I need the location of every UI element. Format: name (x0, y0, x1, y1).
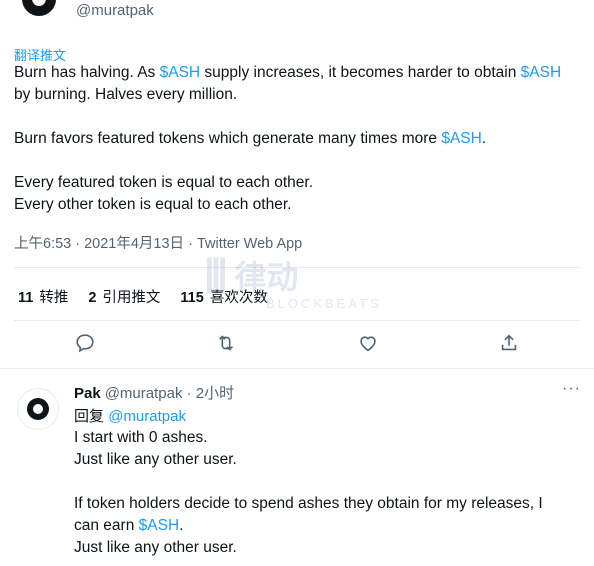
stat-label: 引用推文 (102, 290, 161, 306)
reply-to-label: 回复 (74, 408, 105, 425)
reply-time[interactable]: · 2小时 (187, 385, 235, 402)
stat-count: 11 (18, 290, 34, 306)
cashtag-link[interactable]: $ASH (441, 130, 482, 147)
divider (0, 368, 594, 369)
watermark-bars-icon: ||| (204, 252, 228, 294)
reply-icon (74, 334, 96, 358)
reply-avatar[interactable] (17, 388, 59, 430)
tweet-line: Every other token is equal to each other… (14, 196, 292, 213)
text-span: . (179, 517, 184, 534)
like-button[interactable] (357, 332, 379, 359)
reply-button[interactable] (74, 332, 96, 359)
text-span: . (481, 130, 487, 147)
cashtag-link[interactable]: $ASH (521, 64, 562, 81)
quote-stat[interactable]: 2 引用推文 (88, 286, 160, 307)
divider (14, 320, 580, 321)
reply-to-handle[interactable]: @muratpak (108, 408, 186, 425)
tweet-line: Every featured token is equal to each ot… (14, 174, 313, 191)
reply-line: can earn $ASH. (74, 515, 579, 537)
reply-text: I start with 0 ashes. Just like any othe… (74, 427, 579, 559)
retweet-stat[interactable]: 11 转推 (18, 286, 68, 307)
cashtag-link[interactable]: $ASH (160, 64, 201, 81)
cashtag-link[interactable]: $ASH (139, 517, 180, 534)
tweet-timestamp[interactable]: 上午6:53 · 2021年4月13日 · Twitter Web App (14, 232, 302, 253)
tweet-text: Burn has halving. As $ASH supply increas… (14, 62, 584, 216)
stat-count: 2 (88, 290, 97, 306)
reply-author-handle[interactable]: @muratpak (105, 385, 183, 402)
text-span: can earn (74, 517, 139, 534)
like-icon (357, 336, 379, 358)
text-span: Burn favors featured tokens which genera… (14, 130, 442, 147)
more-options-icon[interactable]: ··· (562, 380, 581, 398)
reply-line: Just like any other user. (74, 539, 237, 556)
stat-count: 115 (180, 290, 204, 306)
watermark-subtext: BLOCKBEATS (266, 296, 382, 311)
watermark-logo: ||| 律动 BLOCKBEATS (204, 252, 379, 311)
reply-line: If token holders decide to spend ashes t… (74, 495, 543, 512)
reply-line: Just like any other user. (74, 451, 237, 468)
tweet-line: Burn has halving. As $ASH supply increas… (14, 62, 584, 84)
share-icon (498, 334, 520, 358)
reply-header: Pak @muratpak · 2小时 (74, 382, 234, 403)
text-span: supply increases, it becomes harder to o… (200, 64, 521, 81)
tweet-line: by burning. Halves every million. (14, 86, 238, 103)
stat-label: 转推 (39, 290, 69, 306)
author-handle[interactable]: @muratpak (76, 2, 154, 19)
reply-line: I start with 0 ashes. (74, 429, 208, 446)
tweet-line: Burn favors featured tokens which genera… (14, 128, 584, 150)
text-span: Burn has halving. As (14, 64, 160, 81)
share-button[interactable] (498, 332, 520, 359)
replying-to: 回复 @muratpak (74, 405, 186, 426)
retweet-icon (215, 335, 237, 358)
watermark-text: 律动 (234, 259, 299, 295)
retweet-button[interactable] (215, 332, 237, 359)
avatar[interactable] (22, 0, 56, 16)
reply-author-name[interactable]: Pak (74, 385, 101, 402)
